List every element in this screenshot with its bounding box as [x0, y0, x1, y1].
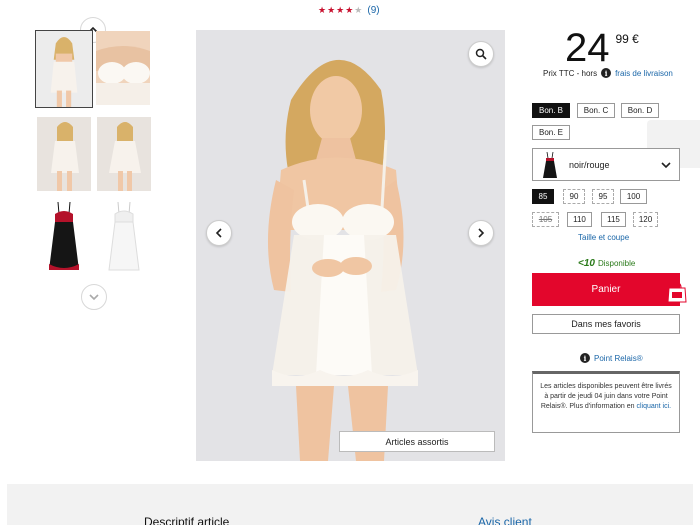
cup-label: Bon. D: [627, 106, 653, 115]
shipping-fees-link[interactable]: frais de livraison: [615, 69, 673, 78]
chevron-right-icon: [478, 228, 485, 238]
chevron-left-icon: [215, 228, 222, 238]
next-image-button[interactable]: [468, 220, 494, 246]
product-thumbnail-image: [97, 198, 151, 272]
tab-reviews[interactable]: Avis client: [478, 515, 532, 525]
availability-label: Disponible: [597, 259, 636, 268]
product-thumbnail-image: [37, 198, 91, 272]
cup-label: Bon. E: [538, 128, 563, 137]
price-decimal: 99 €: [615, 32, 639, 46]
product-thumbnail-image: [36, 31, 92, 107]
size-guide-link[interactable]: Taille et coupe: [578, 233, 629, 242]
previous-image-button[interactable]: [206, 220, 232, 246]
relay-point-title: Point Relais®: [594, 353, 643, 363]
thumbnail-6[interactable]: [97, 198, 151, 272]
price-integer: 24: [565, 26, 610, 70]
cup-option-c[interactable]: Bon. C: [577, 103, 615, 118]
cup-option-e[interactable]: Bon. E: [532, 125, 570, 140]
shopping-bag-icon: [667, 282, 687, 303]
size-option-110[interactable]: 110: [567, 212, 592, 227]
color-select[interactable]: noir/rouge: [532, 148, 680, 181]
size-label: 105: [538, 215, 553, 224]
product-thumbnail-image: [96, 31, 150, 105]
assorted-items-button[interactable]: Articles assortis: [339, 431, 495, 452]
size-option-85[interactable]: 85: [532, 189, 554, 204]
size-option-115[interactable]: 115: [601, 212, 626, 227]
stock-count: <10: [578, 258, 595, 269]
size-option-100[interactable]: 100: [620, 189, 647, 204]
price: 24 99 €: [565, 28, 639, 68]
size-label: 85: [538, 192, 548, 201]
relay-point-link[interactable]: cliquant ici.: [636, 403, 671, 410]
cup-label: Bon. C: [583, 106, 609, 115]
size-label: 90: [569, 192, 579, 201]
size-option-90[interactable]: 90: [563, 189, 585, 204]
zoom-button[interactable]: [468, 41, 494, 67]
cup-option-b[interactable]: Bon. B: [532, 103, 570, 118]
relay-point-info: Les articles disponibles peuvent être li…: [532, 371, 680, 433]
price-tax-info: Prix TTC - hors i frais de livraison: [543, 68, 673, 78]
thumbnail-4[interactable]: [97, 117, 151, 191]
chevron-down-icon: [89, 294, 99, 301]
size-option-105[interactable]: 105: [532, 212, 559, 227]
size-option-95[interactable]: 95: [592, 189, 614, 204]
rating-stars: ★★★★★: [318, 5, 364, 15]
info-icon: i: [580, 353, 590, 363]
cup-option-d[interactable]: Bon. D: [621, 103, 659, 118]
color-swatch: [543, 151, 557, 178]
color-select-value: noir/rouge: [569, 159, 610, 170]
add-to-cart-button[interactable]: Panier: [532, 273, 680, 306]
main-product-image[interactable]: Articles assortis: [196, 30, 505, 461]
tax-label: Prix TTC - hors: [543, 68, 598, 78]
product-photo: [196, 30, 505, 461]
size-label: 95: [598, 192, 608, 201]
cup-label: Bon. B: [538, 106, 563, 115]
add-to-favorites-button[interactable]: Dans mes favoris: [532, 314, 680, 334]
product-tabs-bar: Descriptif article Avis client: [7, 484, 693, 525]
thumbnail-2[interactable]: [96, 31, 150, 105]
size-label: 110: [573, 215, 586, 224]
product-rating[interactable]: ★★★★★ (9): [318, 5, 380, 16]
availability-status: <10 Disponible: [578, 258, 635, 269]
size-label: 100: [626, 192, 641, 201]
magnifier-icon: [475, 48, 487, 60]
thumbnails-down-button[interactable]: [81, 284, 107, 310]
thumbnail-5[interactable]: [37, 198, 91, 272]
chevron-down-icon: [661, 161, 671, 168]
tab-description[interactable]: Descriptif article: [144, 515, 229, 525]
size-label: 115: [607, 215, 620, 224]
relay-point-header[interactable]: i Point Relais®: [580, 353, 643, 363]
thumbnail-3[interactable]: [37, 117, 91, 191]
product-thumbnail-image: [97, 117, 151, 191]
product-thumbnail-image: [37, 117, 91, 191]
rating-count[interactable]: (9): [367, 5, 379, 16]
thumbnail-1[interactable]: [35, 30, 93, 108]
size-label: 120: [638, 215, 653, 224]
info-icon[interactable]: i: [601, 68, 612, 78]
size-option-120[interactable]: 120: [633, 212, 658, 227]
